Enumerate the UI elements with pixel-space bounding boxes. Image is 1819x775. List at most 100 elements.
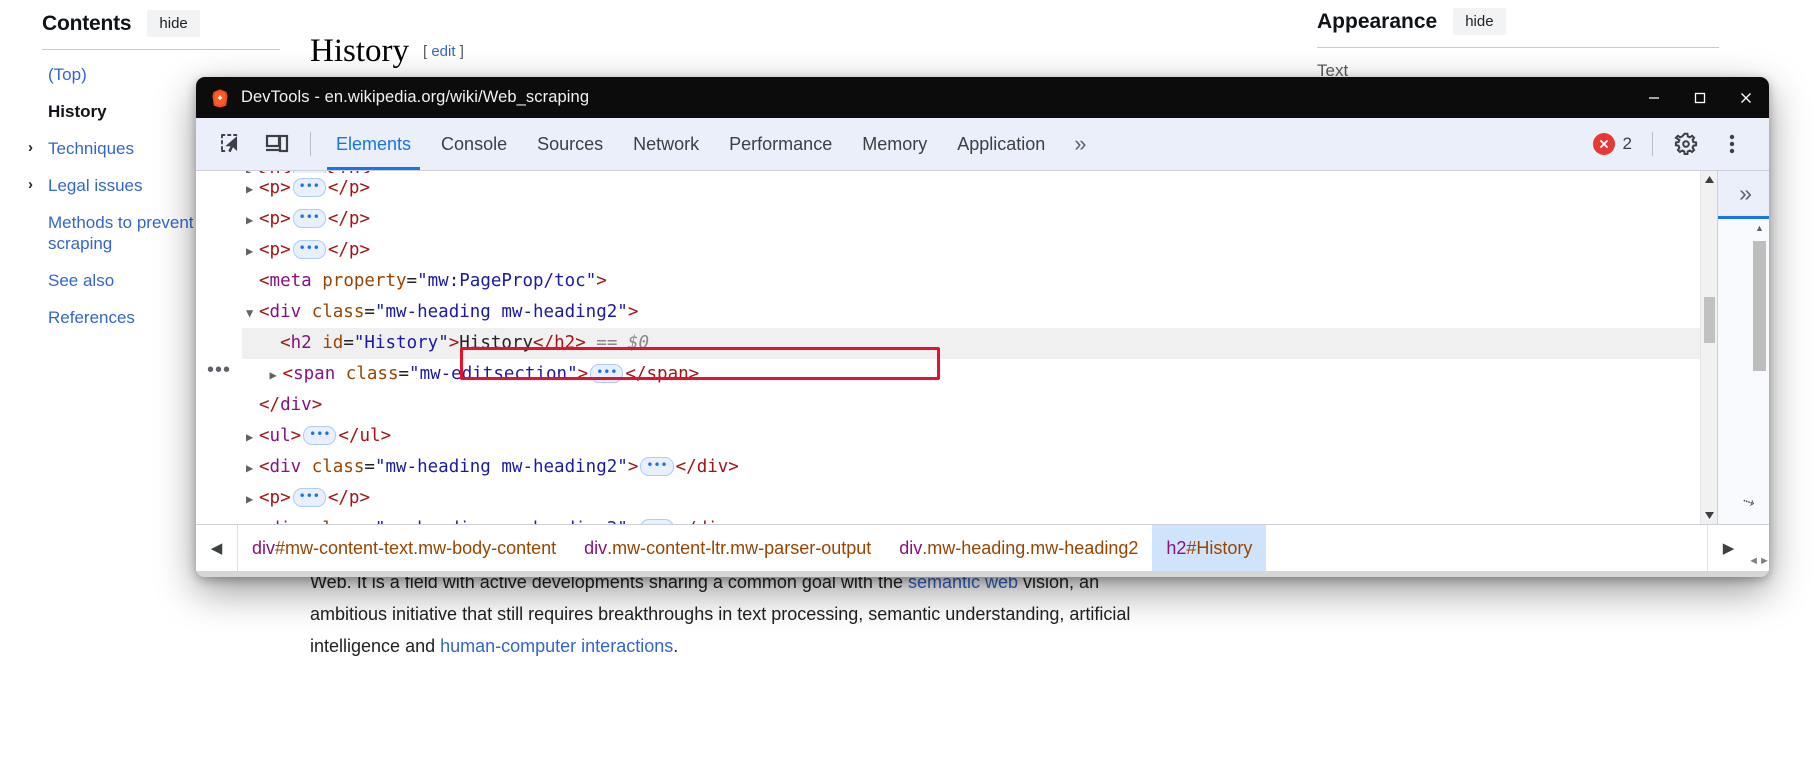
dom-attr-value: "mw-heading mw-heading3" <box>375 519 628 524</box>
tri-spacer <box>246 360 259 391</box>
breadcrumb-scroll-right-icon[interactable]: ▶ <box>1707 525 1749 571</box>
chevron-right-icon[interactable]: › <box>28 138 42 158</box>
toc-link-legal-issues[interactable]: Legal issues <box>48 175 143 196</box>
devtools-window: DevTools - en.wikipedia.org/wiki/Web_scr… <box>196 77 1769 577</box>
crumb-tag: div <box>252 538 275 559</box>
expand-triangle-icon[interactable] <box>246 484 259 515</box>
dom-tree[interactable]: <p>•••</p> <p>•••</p> <p>•••</p> <p>•••<… <box>242 171 1700 524</box>
dom-angle: > <box>291 426 302 446</box>
dom-tag-open: <p> <box>259 178 291 198</box>
styles-sidebar-collapsed: » ▲ ⤑ <box>1717 171 1769 524</box>
toc-link-references[interactable]: References <box>48 307 135 328</box>
appearance-title: Appearance <box>1317 10 1437 34</box>
dom-row-div-open[interactable]: <div class="mw-heading mw-heading2"> <box>242 297 1700 328</box>
scroll-up-arrow-icon[interactable] <box>1701 171 1717 188</box>
resize-grip-icon[interactable]: ◄► <box>1749 525 1769 571</box>
link-human-computer-interactions[interactable]: human-computer interactions <box>440 636 673 656</box>
toc-link-history[interactable]: History <box>48 101 107 122</box>
dom-attr-name: class <box>312 519 365 524</box>
dom-tag-name: h2 <box>291 333 312 353</box>
scroll-up-arrow-icon[interactable]: ▲ <box>1753 223 1766 233</box>
dom-space <box>301 302 312 322</box>
tab-network[interactable]: Network <box>618 118 714 170</box>
gear-icon[interactable] <box>1663 124 1709 164</box>
dom-row[interactable]: <p>•••</p> <box>242 173 1700 204</box>
expand-triangle-icon[interactable] <box>246 205 259 236</box>
dom-row-div-close[interactable]: </div> <box>242 390 1700 421</box>
tab-memory[interactable]: Memory <box>847 118 942 170</box>
toc-link-see-also[interactable]: See also <box>48 270 114 291</box>
gutter-badge[interactable]: ••• <box>207 360 231 380</box>
dom-gutter: ••• <box>196 171 242 524</box>
breadcrumb-item-2[interactable]: div.mw-heading.mw-heading2 <box>885 525 1152 571</box>
tab-performance[interactable]: Performance <box>714 118 847 170</box>
expand-sidebar-icon[interactable]: » <box>1718 171 1769 219</box>
dom-angle: < <box>259 271 270 291</box>
close-icon[interactable] <box>1723 77 1769 118</box>
dom-row-selected-h2[interactable]: <h2 id="History">History</h2> == $0 <box>242 328 1700 359</box>
collapsed-children-icon[interactable]: ••• <box>590 364 623 383</box>
dom-row[interactable]: <p>•••</p> <box>242 204 1700 235</box>
dom-breadcrumb-bar: ◀ div#mw-content-text.mw-body-content di… <box>196 524 1769 571</box>
breadcrumb-item-0[interactable]: div#mw-content-text.mw-body-content <box>238 525 570 571</box>
devtools-body: ••• <p>•••</p> <p>•••</p> <p>•••</p> <p>… <box>196 171 1769 524</box>
dom-space <box>301 519 312 524</box>
dom-row-ul[interactable]: <ul>•••</ul> <box>242 421 1700 452</box>
collapsed-children-icon[interactable]: ••• <box>293 209 326 228</box>
collapsed-children-icon[interactable]: ••• <box>303 426 336 445</box>
tab-application[interactable]: Application <box>942 118 1060 170</box>
dom-space <box>335 364 346 384</box>
sidebar-scrollbar[interactable]: ▲ ⤑ <box>1718 219 1769 524</box>
dom-attr-value: "History" <box>354 333 449 353</box>
breadcrumb-item-1[interactable]: div.mw-content-ltr.mw-parser-output <box>570 525 885 571</box>
scrollbar-thumb[interactable] <box>1753 241 1766 371</box>
kebab-menu-icon[interactable] <box>1709 124 1755 164</box>
expand-triangle-icon[interactable] <box>246 515 259 524</box>
more-tabs-icon[interactable]: » <box>1060 118 1097 170</box>
dom-row[interactable]: <p>•••</p> <box>242 235 1700 266</box>
breadcrumb-item-selected[interactable]: h2#History <box>1152 525 1266 571</box>
collapsed-children-icon[interactable]: ••• <box>293 240 326 259</box>
collapsed-children-icon[interactable]: ••• <box>640 457 673 476</box>
tab-sources[interactable]: Sources <box>522 118 618 170</box>
toc-link-methods[interactable]: Methods to prevent scraping <box>48 212 218 254</box>
dom-row-partial[interactable]: <div class="mw-heading mw-heading3">•••<… <box>242 514 1700 524</box>
devtools-titlebar[interactable]: DevTools - en.wikipedia.org/wiki/Web_scr… <box>196 77 1769 118</box>
tab-elements[interactable]: Elements <box>321 118 426 170</box>
dom-row[interactable]: <p>•••</p> <box>242 483 1700 514</box>
toc-link-techniques[interactable]: Techniques <box>48 138 134 159</box>
toc-hide-button[interactable]: hide <box>147 10 199 37</box>
dom-tree-scrollbar[interactable] <box>1700 171 1717 524</box>
error-count-badge[interactable]: 2 <box>1583 133 1642 155</box>
tri-spacer <box>246 391 259 422</box>
device-toolbar-icon[interactable] <box>254 124 300 164</box>
expand-triangle-icon[interactable] <box>246 422 259 453</box>
inspect-element-icon[interactable] <box>208 124 254 164</box>
dom-row-meta[interactable]: <meta property="mw:PageProp/toc"> <box>242 266 1700 297</box>
dom-tag-name: div <box>270 519 302 524</box>
dom-tag-close: </p> <box>328 209 370 229</box>
toc-link-top[interactable]: (Top) <box>48 64 87 85</box>
edit-link[interactable]: edit <box>431 43 455 60</box>
collapse-triangle-icon[interactable] <box>246 298 259 329</box>
collapsed-children-icon[interactable]: ••• <box>293 488 326 507</box>
tab-console[interactable]: Console <box>426 118 522 170</box>
scrollbar-thumb[interactable] <box>1704 297 1715 343</box>
expand-triangle-icon[interactable] <box>246 174 259 205</box>
chevron-right-icon[interactable]: › <box>28 175 42 195</box>
maximize-icon[interactable] <box>1677 77 1723 118</box>
error-circle-icon <box>1593 133 1615 155</box>
collapsed-children-icon[interactable]: ••• <box>293 178 326 197</box>
minimize-icon[interactable] <box>1631 77 1677 118</box>
scroll-down-arrow-icon[interactable] <box>1701 507 1717 524</box>
expand-triangle-icon[interactable] <box>246 236 259 267</box>
breadcrumb-scroll-left-icon[interactable]: ◀ <box>196 525 238 571</box>
dom-eq: = <box>407 271 418 291</box>
expand-triangle-icon[interactable] <box>246 453 259 484</box>
collapsed-children-icon[interactable]: ••• <box>640 519 673 524</box>
expand-triangle-icon[interactable] <box>270 360 283 391</box>
dom-row-div-heading2[interactable]: <div class="mw-heading mw-heading2">•••<… <box>242 452 1700 483</box>
dom-eq: = <box>364 519 375 524</box>
dom-row-span[interactable]: <span class="mw-editsection">•••</span> <box>242 359 1700 390</box>
appearance-hide-button[interactable]: hide <box>1453 8 1505 35</box>
